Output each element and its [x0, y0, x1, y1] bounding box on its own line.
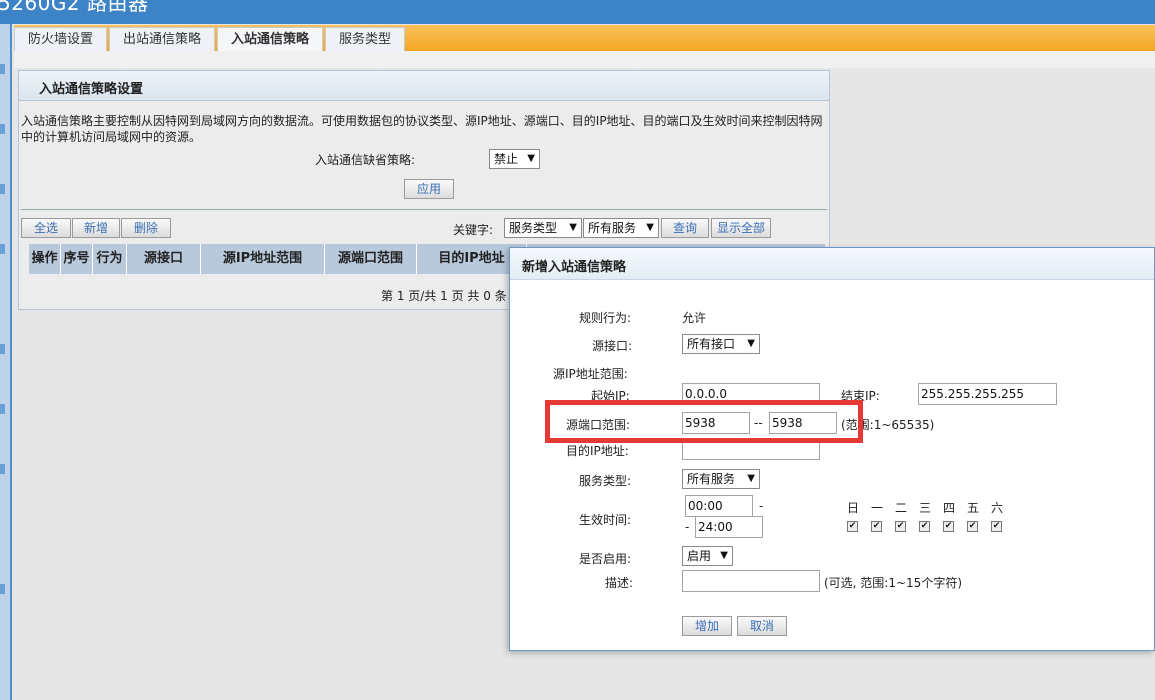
- src-interface-value: 所有接口: [687, 337, 736, 351]
- left-frame: [0, 24, 12, 700]
- weekday-checkbox-tue[interactable]: ✔: [895, 521, 906, 532]
- service-type-value: 所有服务: [687, 472, 736, 486]
- column-header: 源接口: [127, 244, 201, 274]
- weekday-label-tue: 二: [895, 501, 908, 515]
- column-header: 源IP地址范围: [201, 244, 325, 274]
- time-dash: -: [759, 499, 764, 513]
- tab-outbound-policy[interactable]: 出站通信策略: [109, 27, 215, 51]
- dst-ip-label: 目的IP地址:: [566, 444, 629, 458]
- delete-button[interactable]: 删除: [121, 218, 171, 238]
- weekday-label-wed: 三: [919, 501, 932, 515]
- weekday-label-sat: 六: [991, 501, 1004, 515]
- time-end-input[interactable]: 24:00: [695, 516, 763, 538]
- search-button[interactable]: 查询: [661, 218, 709, 238]
- weekday-label-thu: 四: [943, 501, 956, 515]
- add-button[interactable]: 新增: [72, 218, 120, 238]
- tab-bar: 防火墙设置 出站通信策略 入站通信策略 服务类型: [14, 25, 1155, 51]
- src-ip-range-label: 源IP地址范围:: [553, 367, 628, 381]
- chevron-down-icon: ▼: [527, 153, 535, 164]
- apply-button[interactable]: 应用: [404, 179, 454, 199]
- divider: [21, 209, 827, 210]
- enable-label: 是否启用:: [579, 552, 632, 566]
- tab-service-type[interactable]: 服务类型: [325, 27, 405, 51]
- app-title: 5260G2 路由器: [0, 0, 149, 15]
- src-interface-label: 源接口:: [592, 339, 633, 353]
- weekday-checkbox-thu[interactable]: ✔: [943, 521, 954, 532]
- time-dash: -: [685, 520, 690, 534]
- weekday-checkbox-wed[interactable]: ✔: [919, 521, 930, 532]
- panel-title: 入站通信策略设置: [39, 82, 144, 97]
- keyword-field-value: 服务类型: [509, 221, 558, 235]
- select-all-button[interactable]: 全选: [21, 218, 71, 238]
- keyword-value-select[interactable]: 所有服务 ▼: [583, 218, 659, 238]
- effective-time-label: 生效时间:: [579, 513, 632, 527]
- description-hint: (可选, 范围:1~15个字符): [824, 576, 962, 590]
- weekday-label-sun: 日: [847, 501, 860, 515]
- confirm-add-button[interactable]: 增加: [682, 616, 732, 636]
- service-type-select[interactable]: 所有服务 ▼: [682, 469, 760, 489]
- panel-description: 入站通信策略主要控制从因特网到局域网方向的数据流。可使用数据包的协议类型、源IP…: [21, 114, 823, 144]
- default-policy-select[interactable]: 禁止 ▼: [489, 149, 540, 169]
- dialog-header: 新增入站通信策略: [510, 248, 1154, 280]
- show-all-button[interactable]: 显示全部: [711, 218, 771, 238]
- chevron-down-icon: ▼: [569, 222, 577, 233]
- highlight-annotation: [545, 400, 863, 443]
- time-start-input[interactable]: 00:00: [685, 495, 753, 517]
- rule-action-value: 允许: [682, 311, 707, 325]
- enable-value: 启用: [687, 549, 712, 563]
- rule-action-label: 规则行为:: [579, 311, 632, 325]
- column-header: 操作: [29, 244, 61, 274]
- tab-firewall-settings[interactable]: 防火墙设置: [14, 27, 107, 51]
- chevron-down-icon: ▼: [720, 550, 728, 561]
- keyword-value-text: 所有服务: [588, 221, 637, 235]
- column-header: 源端口范围: [325, 244, 417, 274]
- dialog-title: 新增入站通信策略: [522, 260, 627, 275]
- description-label: 描述:: [605, 576, 634, 590]
- pagination-info: 第 1 页/共 1 页 共 0 条: [381, 289, 507, 303]
- weekday-label-mon: 一: [871, 501, 884, 515]
- service-type-label: 服务类型:: [579, 474, 632, 488]
- keyword-label: 关键字:: [453, 223, 494, 237]
- default-policy-label: 入站通信缺省策略:: [315, 153, 416, 167]
- keyword-field-select[interactable]: 服务类型 ▼: [504, 218, 582, 238]
- enable-select[interactable]: 启用 ▼: [682, 546, 733, 566]
- tab-inbound-policy[interactable]: 入站通信策略: [217, 27, 323, 51]
- weekday-checkbox-fri[interactable]: ✔: [967, 521, 978, 532]
- add-inbound-policy-dialog: 新增入站通信策略 规则行为: 允许 源接口: 所有接口 ▼ 源IP地址范围: 起…: [509, 247, 1155, 651]
- panel-header: 入站通信策略设置: [19, 71, 829, 101]
- chevron-down-icon: ▼: [646, 222, 654, 233]
- default-policy-value: 禁止: [494, 152, 519, 166]
- description-input[interactable]: [682, 570, 820, 592]
- weekday-label-fri: 五: [967, 501, 980, 515]
- chevron-down-icon: ▼: [747, 473, 755, 484]
- src-interface-select[interactable]: 所有接口 ▼: [682, 334, 760, 354]
- column-header: 序号: [61, 244, 93, 274]
- content-header-strip: [14, 51, 1155, 68]
- weekday-checkbox-mon[interactable]: ✔: [871, 521, 882, 532]
- end-ip-input[interactable]: 255.255.255.255: [918, 383, 1057, 405]
- weekday-checkbox-sun[interactable]: ✔: [847, 521, 858, 532]
- weekday-checkbox-sat[interactable]: ✔: [991, 521, 1002, 532]
- chevron-down-icon: ▼: [747, 338, 755, 349]
- cancel-button[interactable]: 取消: [737, 616, 787, 636]
- column-header: 行为: [93, 244, 127, 274]
- app-header: 5260G2 路由器: [0, 0, 1155, 24]
